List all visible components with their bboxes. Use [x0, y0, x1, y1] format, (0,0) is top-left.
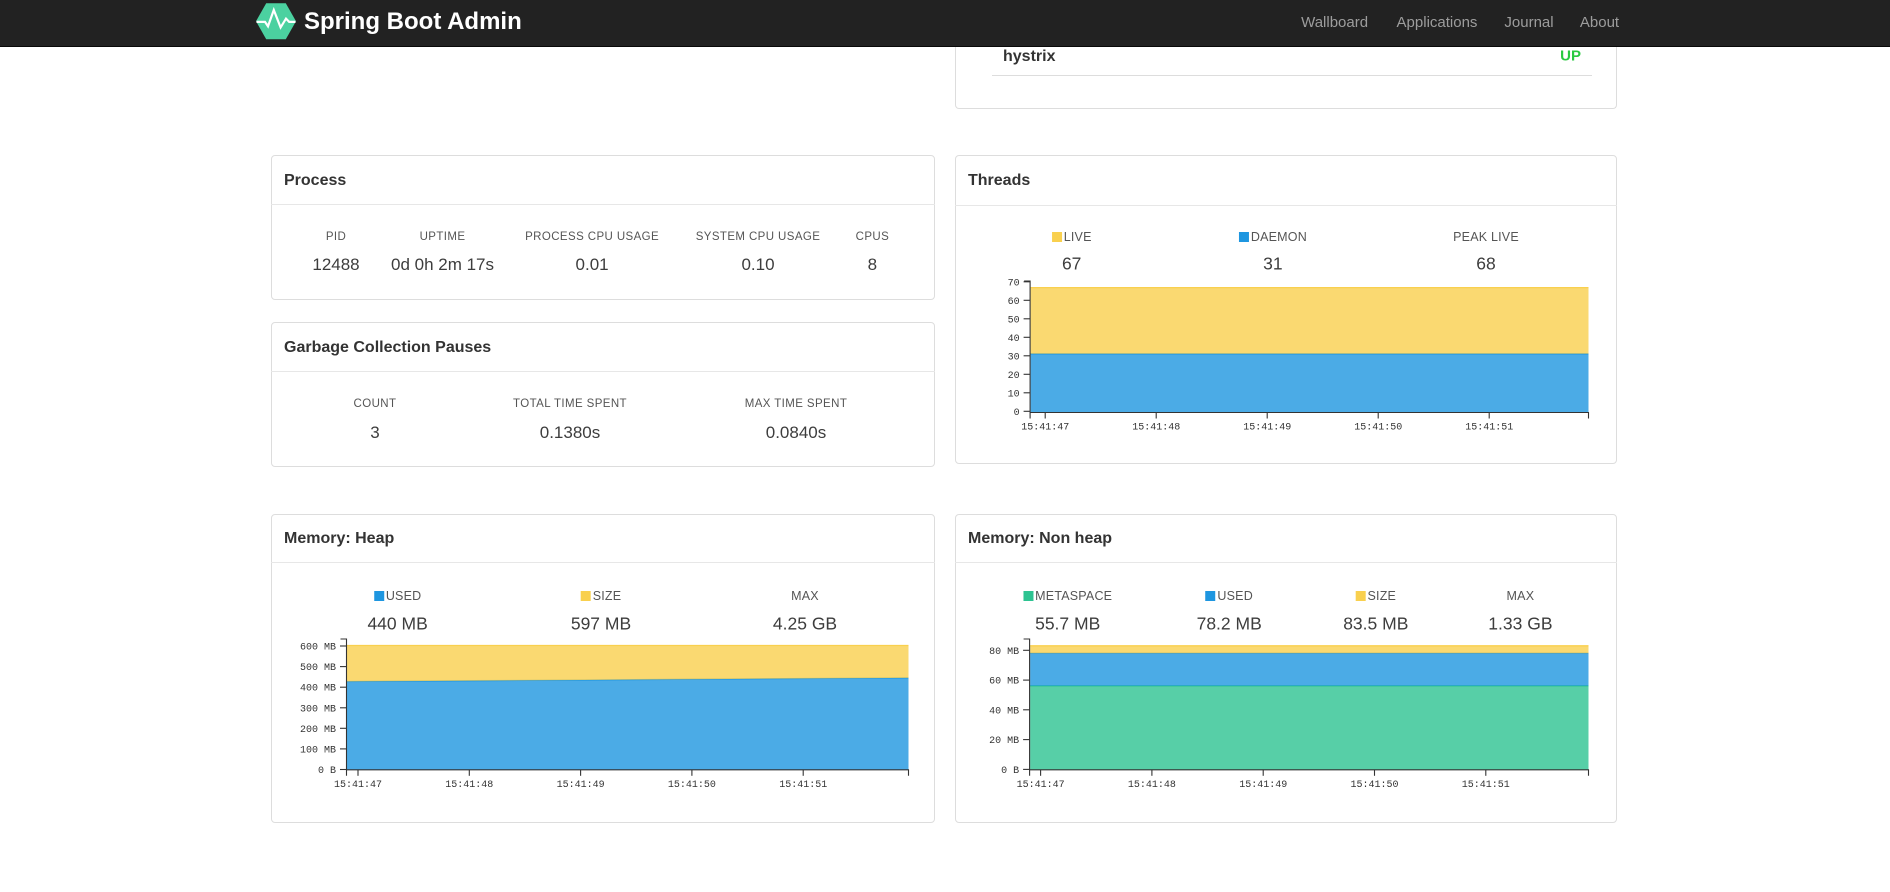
- svg-text:15:41:49: 15:41:49: [1243, 423, 1291, 434]
- svg-text:15:41:51: 15:41:51: [1465, 423, 1513, 434]
- svg-text:400 MB: 400 MB: [300, 684, 336, 695]
- svg-text:200 MB: 200 MB: [300, 725, 336, 736]
- svg-text:50: 50: [1008, 315, 1020, 326]
- svg-text:15:41:48: 15:41:48: [445, 780, 493, 791]
- svg-text:10: 10: [1008, 389, 1020, 400]
- svg-text:0 B: 0 B: [318, 766, 336, 777]
- svg-text:20 MB: 20 MB: [989, 736, 1019, 747]
- svg-text:15:41:50: 15:41:50: [668, 780, 716, 791]
- svg-text:15:41:51: 15:41:51: [779, 780, 827, 791]
- svg-text:30: 30: [1008, 352, 1020, 363]
- svg-text:40: 40: [1008, 334, 1020, 345]
- svg-text:300 MB: 300 MB: [300, 704, 336, 715]
- svg-text:15:41:48: 15:41:48: [1128, 780, 1176, 791]
- svg-text:40 MB: 40 MB: [989, 706, 1019, 717]
- svg-text:70: 70: [1008, 278, 1020, 289]
- svg-text:500 MB: 500 MB: [300, 663, 336, 674]
- svg-text:60 MB: 60 MB: [989, 677, 1019, 688]
- svg-text:60: 60: [1008, 297, 1020, 308]
- svg-text:0: 0: [1014, 408, 1020, 419]
- svg-text:0 B: 0 B: [1001, 766, 1019, 777]
- svg-text:15:41:49: 15:41:49: [1239, 780, 1287, 791]
- svg-text:15:41:47: 15:41:47: [334, 780, 382, 791]
- svg-text:15:41:51: 15:41:51: [1462, 780, 1510, 791]
- svg-text:80 MB: 80 MB: [989, 647, 1019, 658]
- svg-text:15:41:50: 15:41:50: [1354, 423, 1402, 434]
- svg-text:20: 20: [1008, 371, 1020, 382]
- svg-text:100 MB: 100 MB: [300, 745, 336, 756]
- svg-text:15:41:50: 15:41:50: [1350, 780, 1398, 791]
- svg-text:15:41:49: 15:41:49: [557, 780, 605, 791]
- svg-text:15:41:47: 15:41:47: [1017, 780, 1065, 791]
- svg-text:600 MB: 600 MB: [300, 643, 336, 654]
- svg-text:15:41:47: 15:41:47: [1021, 423, 1069, 434]
- svg-text:15:41:48: 15:41:48: [1132, 423, 1180, 434]
